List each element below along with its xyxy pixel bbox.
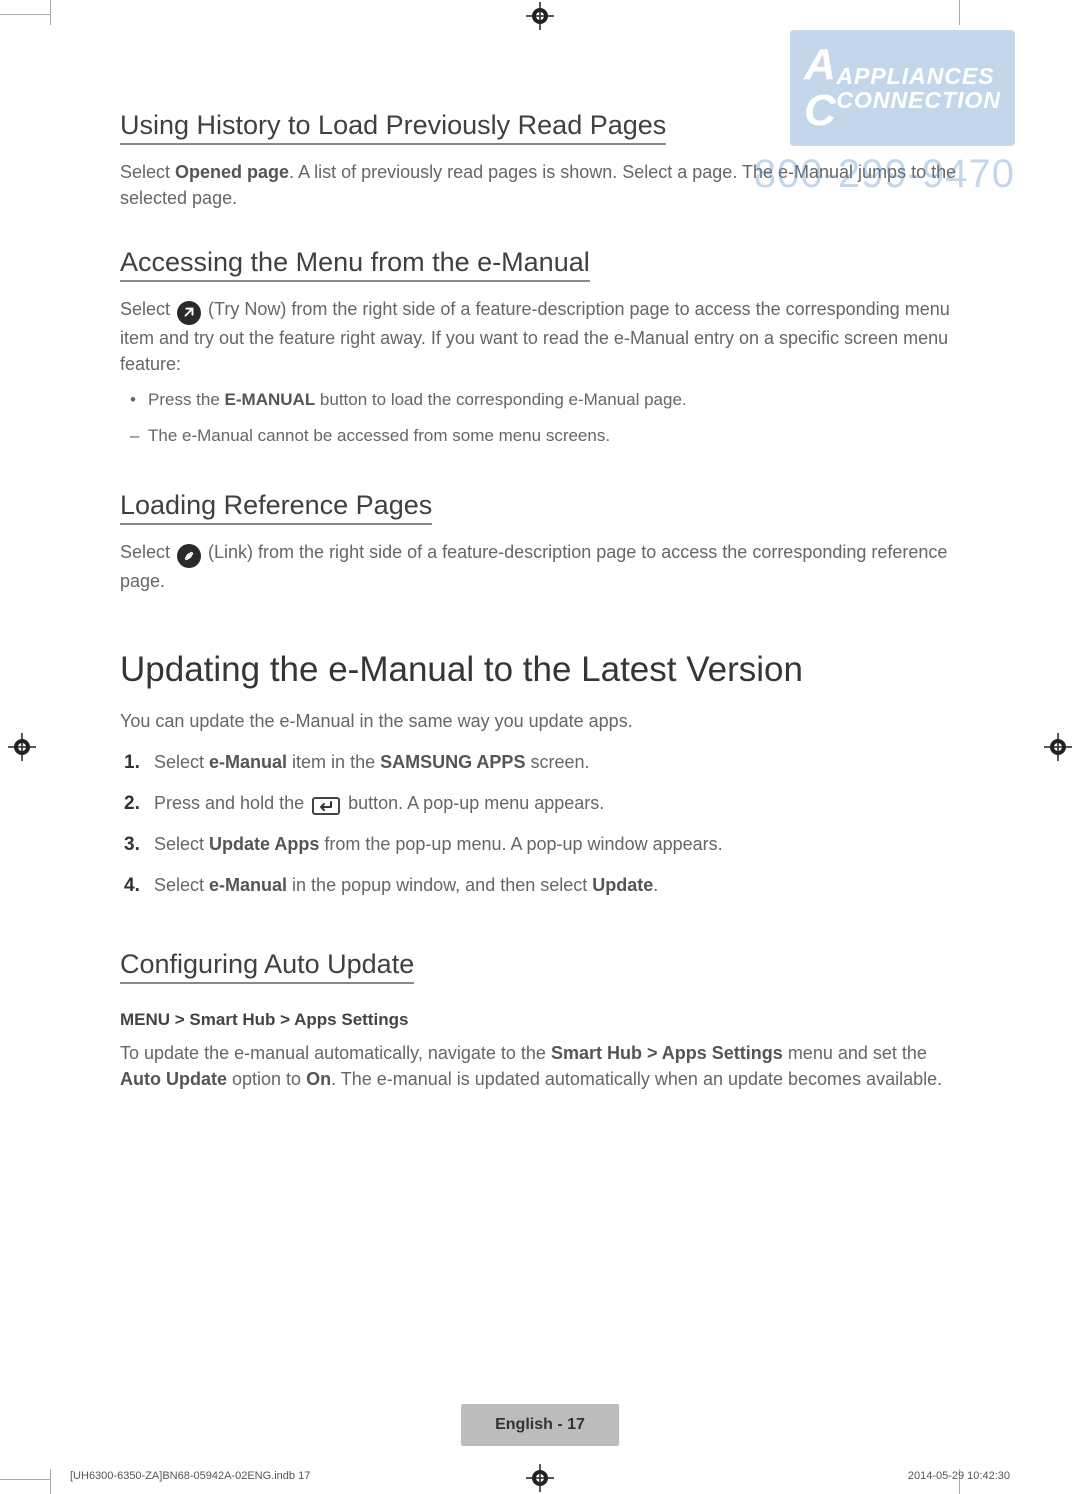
- brand-phone: 800-299-9470: [745, 152, 1015, 197]
- enter-button-icon: [312, 797, 340, 815]
- paragraph: Select (Link) from the right side of a f…: [120, 539, 960, 594]
- list-item: 4.Select e-Manual in the popup window, a…: [148, 872, 960, 899]
- document-footer: [UH6300-6350-ZA]BN68-05942A-02ENG.indb 1…: [70, 1470, 1010, 1482]
- list-item: Press the E-MANUAL button to load the co…: [148, 387, 960, 413]
- crop-mark: [50, 0, 51, 25]
- heading-reference: Loading Reference Pages: [120, 490, 432, 525]
- paragraph: You can update the e-Manual in the same …: [120, 708, 960, 734]
- paragraph: Select (Try Now) from the right side of …: [120, 296, 960, 377]
- watermark: AC APPLIANCES CONNECTION 800-299-9470: [745, 30, 1015, 197]
- brand-line2: CONNECTION: [836, 87, 1001, 113]
- list-item: 3.Select Update Apps from the pop-up men…: [148, 831, 960, 858]
- list-item: 1.Select e-Manual item in the SAMSUNG AP…: [148, 749, 960, 776]
- registration-mark-icon: [8, 733, 36, 761]
- page-number-badge: English - 17: [461, 1404, 619, 1446]
- doc-timestamp: 2014-05-29 10:42:30: [908, 1470, 1010, 1482]
- link-icon: [177, 544, 201, 568]
- list-item: The e-Manual cannot be accessed from som…: [148, 423, 960, 449]
- try-now-icon: [177, 301, 201, 325]
- brand-logo: AC APPLIANCES CONNECTION: [790, 30, 1015, 146]
- menu-path: MENU > Smart Hub > Apps Settings: [120, 1010, 960, 1030]
- heading-updating: Updating the e-Manual to the Latest Vers…: [120, 650, 960, 690]
- brand-line1: APPLIANCES: [836, 63, 994, 89]
- registration-mark-icon: [1044, 733, 1072, 761]
- heading-auto-update: Configuring Auto Update: [120, 949, 414, 984]
- bullet-list: Press the E-MANUAL button to load the co…: [148, 387, 960, 413]
- crop-mark: [0, 1479, 50, 1480]
- dash-list: The e-Manual cannot be accessed from som…: [148, 423, 960, 449]
- heading-history: Using History to Load Previously Read Pa…: [120, 110, 666, 145]
- crop-mark: [0, 14, 50, 15]
- doc-filename: [UH6300-6350-ZA]BN68-05942A-02ENG.indb 1…: [70, 1470, 310, 1482]
- crop-mark: [50, 1469, 51, 1494]
- list-item: 2.Press and hold the button. A pop-up me…: [148, 790, 960, 817]
- numbered-list: 1.Select e-Manual item in the SAMSUNG AP…: [148, 749, 960, 899]
- heading-menu: Accessing the Menu from the e-Manual: [120, 247, 590, 282]
- page-content: AC APPLIANCES CONNECTION 800-299-9470 Us…: [65, 0, 1015, 1494]
- paragraph: To update the e-manual automatically, na…: [120, 1040, 960, 1092]
